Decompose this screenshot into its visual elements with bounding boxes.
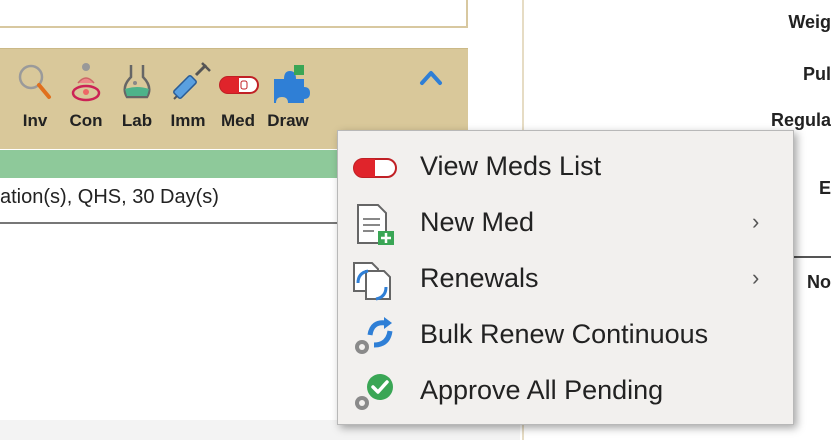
toolbar-item-label: Lab: [121, 111, 153, 130]
magnifier-icon: [18, 64, 51, 99]
renew-documents-icon: [353, 262, 391, 301]
pill-icon: [353, 158, 397, 178]
toolbar-med-button[interactable]: Med: [213, 49, 263, 149]
medication-row-text: ation(s), QHS, 30 Day(s): [0, 186, 219, 208]
menu-item-label: Approve All Pending: [420, 375, 664, 405]
toolbar-imm-button[interactable]: Imm: [163, 49, 213, 149]
syringe-icon: [173, 62, 211, 100]
submenu-chevron-icon: ›: [752, 209, 760, 234]
menu-item-label: View Meds List: [420, 151, 602, 181]
toolbar-item-label: Imm: [170, 111, 206, 130]
b-label: E: [818, 178, 831, 198]
pill-icon: [219, 76, 259, 94]
toolbar-con-button[interactable]: Con: [61, 49, 111, 149]
no-label: No: [807, 272, 831, 292]
menu-item-bulk-renew-continuous[interactable]: Bulk Renew Continuous: [338, 307, 793, 363]
approve-icon: [355, 374, 393, 410]
submenu-chevron-icon: ›: [752, 265, 760, 290]
collapse-toolbar-button[interactable]: [416, 63, 446, 93]
menu-item-label: Renewals: [420, 263, 539, 293]
toolbar-item-label: Inv: [22, 111, 48, 130]
toolbar-inv-button[interactable]: Inv: [10, 49, 60, 149]
toolbar-item-label: Con: [69, 111, 103, 130]
menu-item-label: Bulk Renew Continuous: [420, 319, 709, 349]
toolbar-lab-button[interactable]: Lab: [112, 49, 162, 149]
menu-item-renewals[interactable]: Renewals ›: [338, 251, 793, 307]
bulk-renew-icon: [355, 317, 393, 354]
flask-icon: [123, 65, 151, 99]
menu-item-new-med[interactable]: New Med ›: [338, 195, 793, 251]
menu-item-label: New Med: [420, 207, 535, 237]
pulse-label: Pul: [802, 64, 831, 84]
menu-item-approve-all-pending[interactable]: Approve All Pending: [338, 363, 793, 419]
weight-label: Weig: [788, 12, 831, 32]
chevron-up-icon: [420, 71, 442, 85]
toolbar-item-label: Med: [221, 111, 255, 130]
top-frame: [0, 0, 468, 28]
consult-icon: [71, 63, 101, 102]
new-document-icon: [357, 204, 394, 245]
puzzle-icon: [274, 65, 310, 103]
toolbar-draw-button[interactable]: Draw: [263, 49, 313, 149]
toolbar-item-label: Draw: [267, 111, 309, 130]
regular-label: Regula: [770, 110, 831, 130]
menu-item-view-meds-list[interactable]: View Meds List: [338, 139, 793, 195]
medication-context-menu: View Meds List New Med › Renewals › Bulk…: [337, 130, 794, 425]
